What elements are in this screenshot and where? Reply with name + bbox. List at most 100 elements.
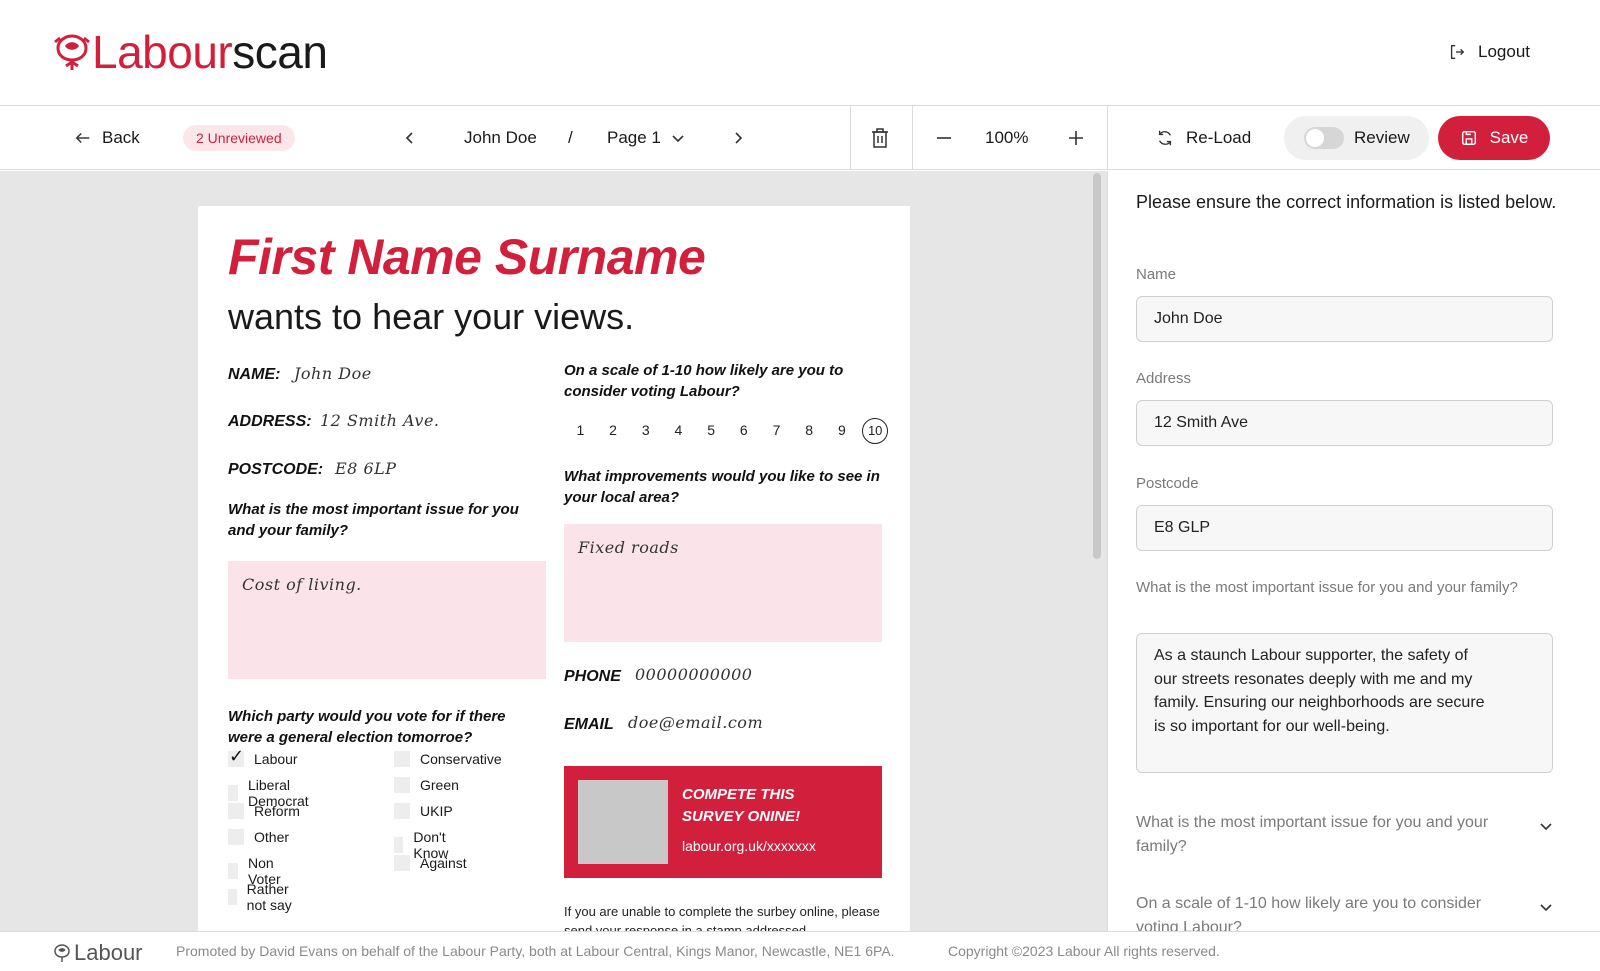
issue-handwritten: Cost of living. <box>242 575 362 594</box>
accordion-scale-label: On a scale of 1-10 how likely are you to… <box>1136 895 1482 931</box>
footer-logo: Labour <box>52 940 143 966</box>
scale-number: 1 <box>576 422 585 438</box>
postcode-input[interactable]: E8 GLP <box>1136 505 1553 551</box>
save-icon <box>1461 130 1476 146</box>
toolbar-divider <box>912 106 913 170</box>
party-option-label: Against <box>420 855 467 871</box>
phone-field-label: PHONE <box>564 668 621 685</box>
zoom-in-icon[interactable] <box>1064 126 1088 150</box>
checkbox <box>228 863 238 879</box>
next-page-button[interactable] <box>726 126 750 150</box>
app-footer: Labour Promoted by David Evans on behalf… <box>0 931 1600 971</box>
rose-icon <box>52 32 92 72</box>
viewer-scrollbar[interactable] <box>1093 173 1101 559</box>
issue-answer-box: Cost of living. <box>228 561 546 679</box>
scale-number: 9 <box>837 422 846 438</box>
checkbox <box>228 889 237 905</box>
review-toggle[interactable]: Review <box>1284 116 1429 160</box>
promoted-by-text: Promoted by David Evans on behalf of the… <box>176 943 895 959</box>
checkbox <box>394 803 410 819</box>
refresh-icon <box>1158 130 1172 146</box>
address-handwritten: 12 Smith Ave. <box>320 411 440 430</box>
survey-subtitle: wants to hear your views. <box>228 296 635 337</box>
logout-label: Logout <box>1478 42 1530 61</box>
checkbox <box>228 829 244 845</box>
party-option: Against <box>394 855 467 871</box>
party-question: Which party would you vote for if there … <box>228 708 506 746</box>
issue-textarea[interactable]: As a staunch Labour supporter, the safet… <box>1136 633 1553 773</box>
panel-intro: Please ensure the correct information is… <box>1136 192 1557 212</box>
scale-number: 10 <box>862 418 889 444</box>
party-option-label: Labour <box>254 751 298 767</box>
chevron-down-icon <box>1540 823 1552 831</box>
chevron-down-icon <box>1540 904 1552 912</box>
name-field-label: NAME: <box>228 366 281 383</box>
chevron-down-icon <box>672 135 684 143</box>
checkbox <box>394 777 410 793</box>
chevron-right-icon <box>735 132 743 144</box>
reload-button[interactable]: Re-Load <box>1156 126 1251 150</box>
party-option: Green <box>394 777 459 793</box>
unreviewed-badge[interactable]: 2 Unreviewed <box>183 125 295 151</box>
breadcrumb-separator: / <box>568 128 573 147</box>
reload-label: Re-Load <box>1186 128 1252 147</box>
back-button[interactable]: Back <box>74 124 140 152</box>
rose-icon <box>54 944 70 962</box>
email-handwritten: doe@email.com <box>628 713 764 732</box>
checkbox <box>394 855 410 871</box>
checkbox <box>228 746 244 767</box>
document-viewer[interactable]: First Name Surname wants to hear your vi… <box>0 171 1107 931</box>
scale-number: 8 <box>805 422 814 438</box>
review-panel: Please ensure the correct information is… <box>1107 171 1600 931</box>
postcode-label: Postcode <box>1136 475 1199 492</box>
issue-question: What is the most important issue for you… <box>228 501 519 539</box>
footer-logo-text: Labour <box>74 940 143 965</box>
logo-wordmark: Labourscan <box>92 26 328 78</box>
party-option-label: Green <box>420 777 459 793</box>
labourscan-logo[interactable]: Labourscan <box>52 26 328 78</box>
scale-number: 2 <box>609 422 617 438</box>
accordion-issue[interactable]: What is the most important issue for you… <box>1136 811 1553 858</box>
save-button[interactable]: Save <box>1438 116 1550 160</box>
survey-title: First Name Surname <box>228 229 706 285</box>
party-option-label: Reform <box>254 803 300 819</box>
trash-icon[interactable] <box>868 126 892 150</box>
name-label: Name <box>1136 266 1177 283</box>
accordion-issue-label: What is the most important issue for you… <box>1136 814 1489 855</box>
likelihood-scale: 1 2 3 4 5 6 7 8 9 10 <box>564 418 889 444</box>
zoom-level: 100% <box>985 128 1029 147</box>
toggle-switch[interactable] <box>1304 127 1344 149</box>
breadcrumb-respondent[interactable]: John Doe <box>464 126 537 150</box>
party-option-label: Other <box>254 829 290 845</box>
accordion-scale[interactable]: On a scale of 1-10 how likely are you to… <box>1136 892 1553 931</box>
scanned-survey-page: First Name Surname wants to hear your vi… <box>198 206 910 931</box>
page-select[interactable]: Page 1 <box>607 126 685 150</box>
chevron-left-icon <box>405 132 413 144</box>
scale-number: 7 <box>772 422 781 438</box>
zoom-out-icon[interactable] <box>932 126 956 150</box>
improve-answer-box: Fixed roads <box>564 524 882 642</box>
checkbox <box>394 837 404 853</box>
previous-page-button[interactable] <box>398 126 422 150</box>
review-label: Review <box>1354 128 1410 147</box>
improve-question: What improvements would you like to see … <box>564 468 880 506</box>
party-option: Labour <box>228 746 298 767</box>
scale-number: 4 <box>674 422 683 438</box>
address-label: Address <box>1136 370 1192 387</box>
online-survey-banner: COMPETE THIS SURVEY ONINE! labour.org.uk… <box>564 766 882 878</box>
scale-question: On a scale of 1-10 how likely are you to… <box>564 362 844 400</box>
logout-icon <box>1450 45 1465 59</box>
page-select-label: Page 1 <box>607 128 661 147</box>
phone-handwritten: 00000000000 <box>635 665 753 684</box>
email-field-label: EMAIL <box>564 716 614 733</box>
address-input[interactable]: 12 Smith Ave <box>1136 400 1553 446</box>
arrow-left-icon <box>75 132 90 144</box>
checkbox <box>228 785 238 801</box>
save-label: Save <box>1489 128 1529 147</box>
scale-number: 5 <box>707 422 715 438</box>
checkbox <box>394 751 410 767</box>
scale-number: 3 <box>641 422 650 438</box>
toolbar-divider <box>850 106 851 170</box>
logout-button[interactable]: Logout <box>1448 38 1530 66</box>
name-input[interactable]: John Doe <box>1136 296 1553 342</box>
